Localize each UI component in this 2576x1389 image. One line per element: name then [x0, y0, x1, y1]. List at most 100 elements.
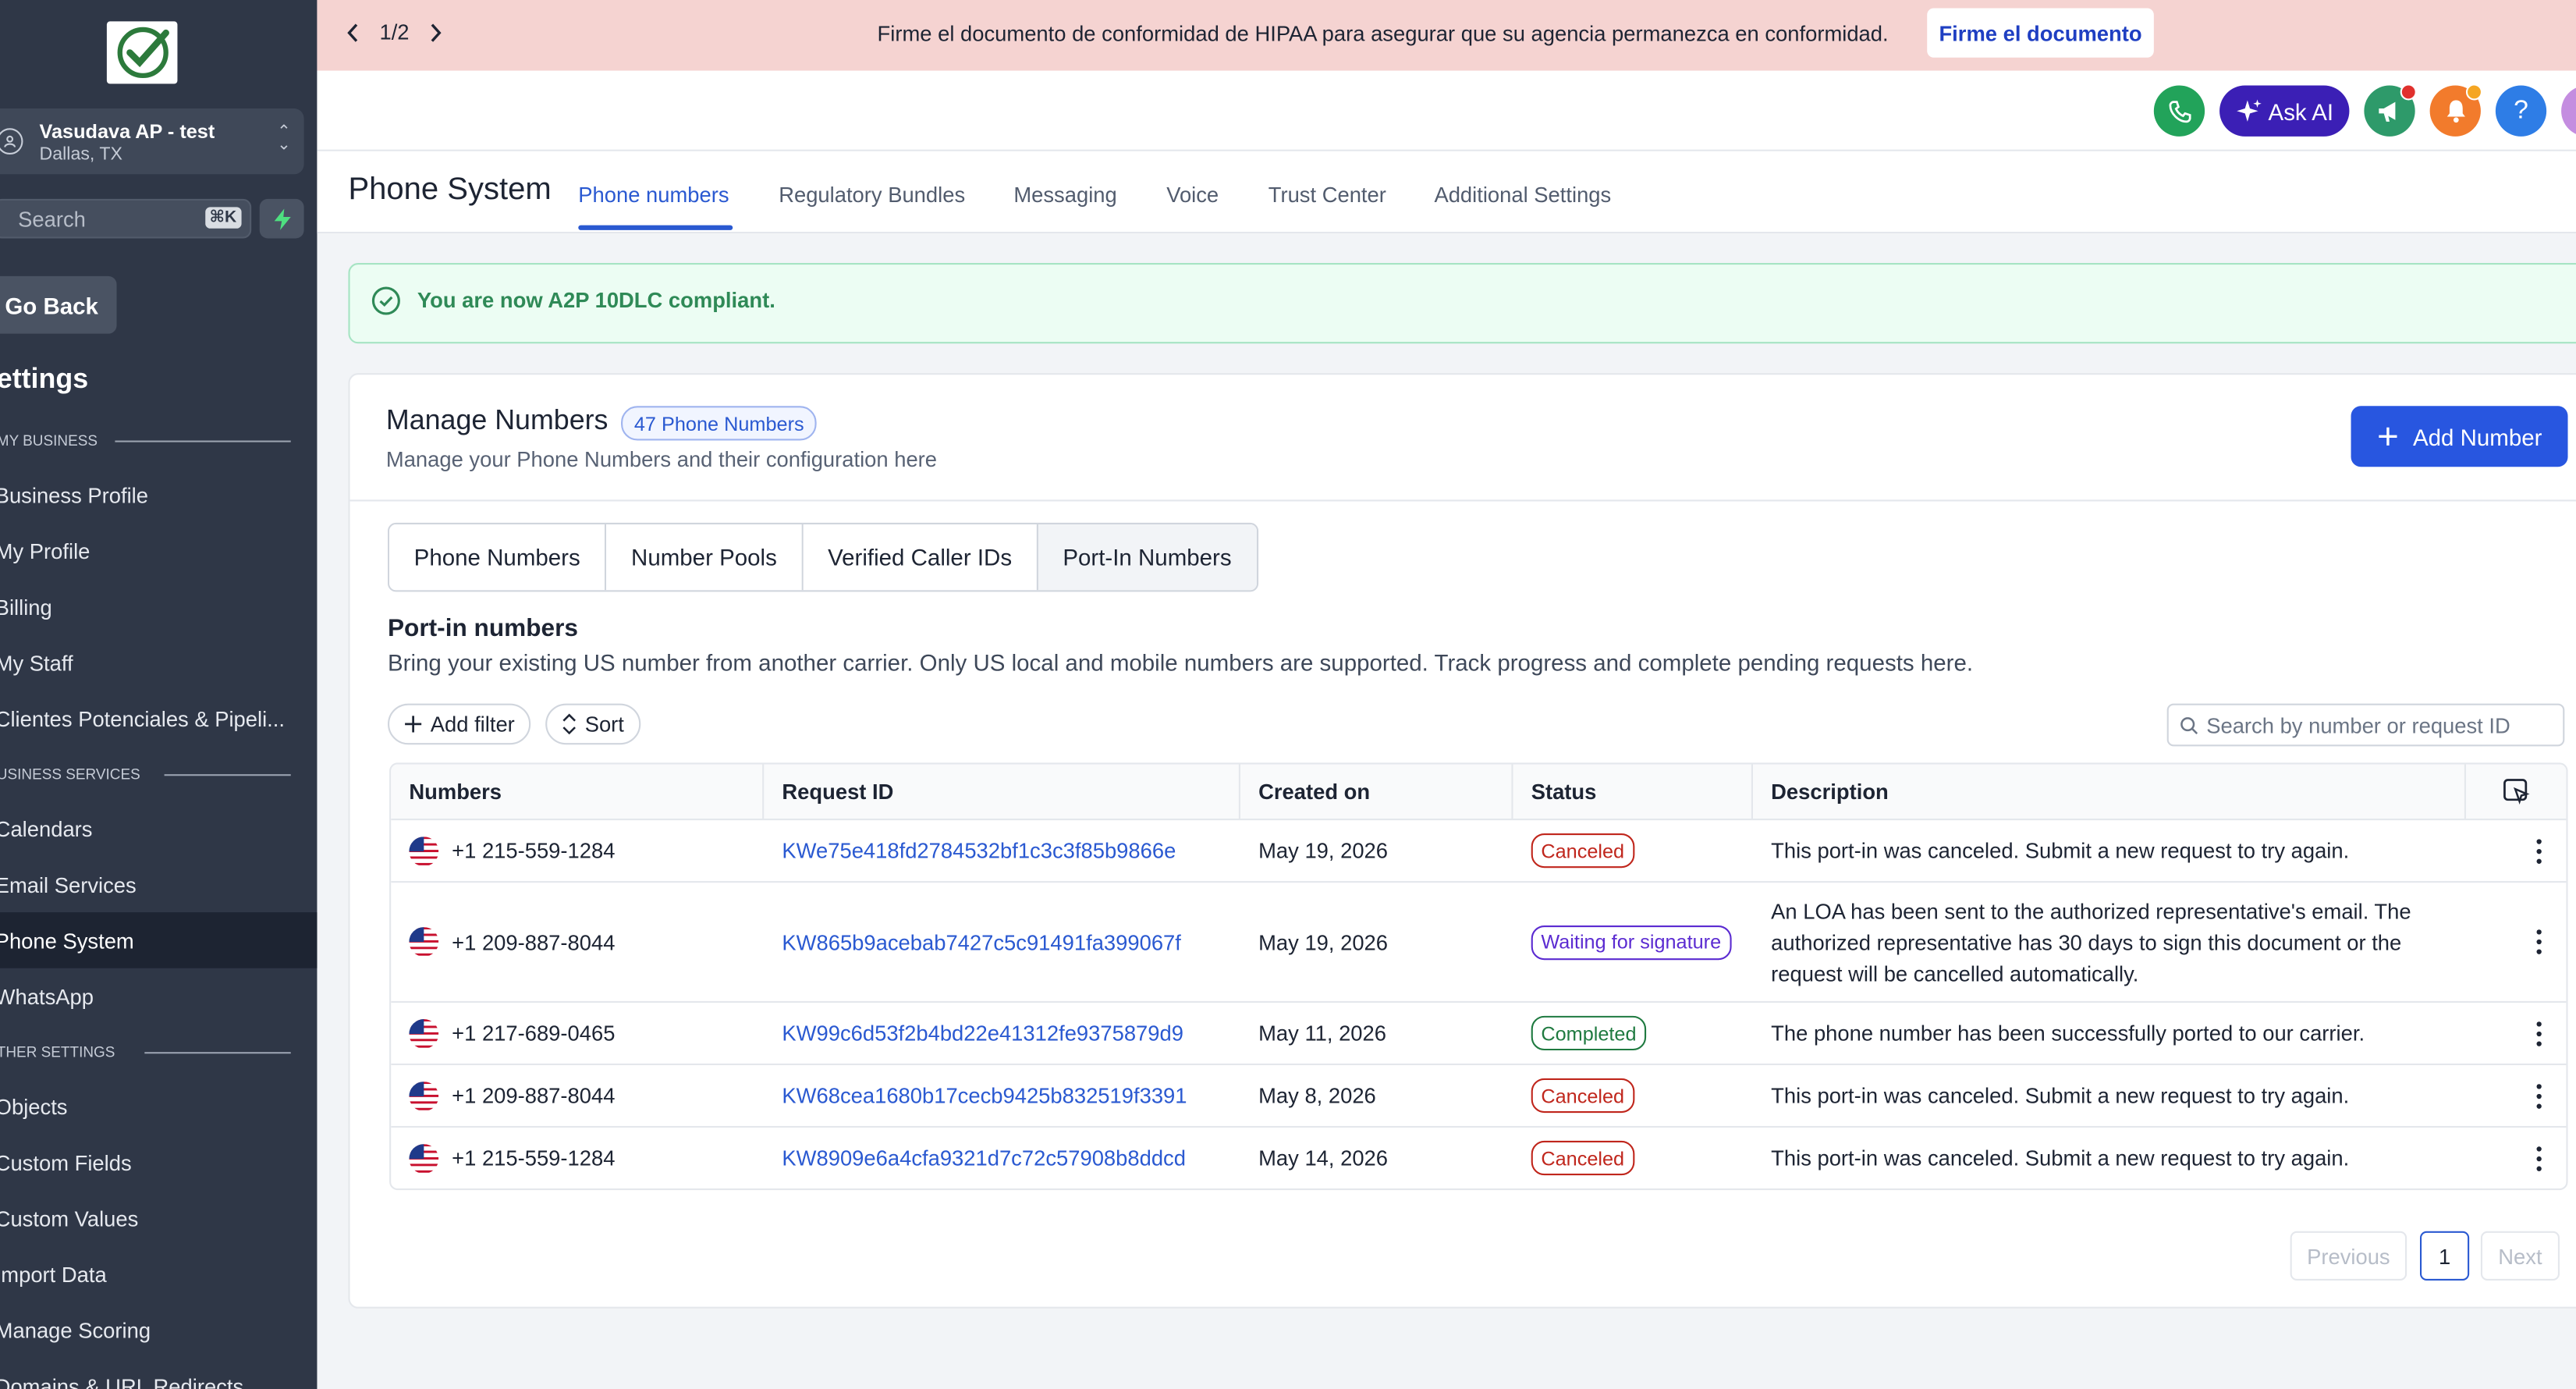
user-avatar[interactable] [2561, 85, 2576, 137]
chevron-right-icon[interactable] [429, 22, 442, 41]
us-flag-icon [409, 927, 439, 957]
row-actions-menu-icon[interactable] [2536, 838, 2543, 863]
search-placeholder: Search by number or request ID [2206, 712, 2510, 737]
phone-count-badge: 47 Phone Numbers [621, 406, 818, 441]
sidebar-item-objects[interactable]: Objects [0, 1078, 317, 1135]
sidebar-item-custom-values[interactable]: Custom Values [0, 1190, 317, 1246]
sidebar-item-leads-pipelines[interactable]: Clientes Potenciales & Pipeli... [0, 691, 317, 747]
us-flag-icon [409, 1081, 439, 1110]
row-actions-menu-icon[interactable] [2536, 1021, 2543, 1046]
request-id-link[interactable]: KWe75e418fd2784532bf1c3c3f85b9866e [764, 820, 1240, 881]
phone-number: +1 209-887-8044 [452, 929, 616, 954]
sidebar-item-my-staff[interactable]: My Staff [0, 634, 317, 691]
table-row[interactable]: +1 217-689-0465 KW99c6d53f2b4bd22e41312fe… [391, 1003, 2567, 1066]
ask-ai-label: Ask AI [2268, 98, 2334, 125]
table-row[interactable]: +1 215-559-1284 KW8909e6a4cfa9321d7c72c57… [391, 1128, 2566, 1188]
account-location: Dallas, TX [39, 144, 122, 165]
description-cell: The phone number has been successfully p… [1771, 1021, 2365, 1046]
segment-port-in-numbers[interactable]: Port-In Numbers [1038, 524, 1257, 591]
chevron-left-icon[interactable] [346, 22, 360, 41]
phone-button[interactable] [2153, 85, 2205, 137]
number-cell: +1 215-559-1284 [391, 820, 764, 881]
sidebar-item-manage-scoring[interactable]: Manage Scoring [0, 1302, 317, 1358]
section-label: THER SETTINGS [0, 1043, 115, 1060]
sidebar-item-my-profile[interactable]: My Profile [0, 523, 317, 579]
sidebar-item-billing[interactable]: Billing [0, 578, 317, 634]
tab-phone-numbers[interactable]: Phone numbers [578, 183, 729, 208]
column-settings-button[interactable] [2466, 765, 2566, 819]
sign-document-button[interactable]: Firme el documento [1927, 8, 2154, 58]
app-logo[interactable] [106, 21, 178, 84]
status-cell: Completed [1513, 1003, 1753, 1064]
help-button[interactable]: ? [2495, 85, 2547, 137]
sidebar-item-whatsapp[interactable]: WhatsApp [0, 968, 317, 1025]
announcements-button[interactable] [2364, 83, 2417, 137]
compliance-message: You are now A2P 10DLC compliant. [417, 287, 775, 313]
banner-message: Firme el documento de conformidad de HIP… [877, 21, 1889, 46]
column-select-icon [2503, 779, 2530, 805]
tab-trust-center[interactable]: Trust Center [1268, 183, 1386, 208]
search-icon [2180, 716, 2198, 734]
user-avatar-icon [0, 128, 23, 155]
request-id-link[interactable]: KW99c6d53f2b4bd22e41312fe9375879d9 [764, 1003, 1240, 1064]
segment-phone-numbers[interactable]: Phone Numbers [389, 524, 607, 591]
table-row[interactable]: +1 209-887-8044 KW68cea1680b17cecb9425b83… [391, 1065, 2567, 1128]
banner-pager: 1/2 [346, 20, 442, 44]
account-switcher[interactable]: Vasudava AP - test Dallas, TX ⌃ ⌄ [0, 108, 304, 175]
card-divider [349, 499, 2576, 502]
notifications-button[interactable] [2429, 83, 2483, 137]
sidebar-item-phone-system[interactable]: Phone System [0, 912, 318, 968]
number-cell: +1 217-689-0465 [391, 1003, 764, 1064]
go-back-button[interactable]: Go Back [0, 275, 117, 334]
sidebar-item-calendars[interactable]: Calendars [0, 801, 317, 857]
add-filter-button[interactable]: Add filter [387, 703, 531, 745]
sidebar-item-business-profile[interactable]: Business Profile [0, 467, 317, 523]
created-on-cell: May 11, 2026 [1258, 1021, 1386, 1046]
row-actions-menu-icon[interactable] [2536, 1083, 2543, 1108]
row-actions-menu-icon[interactable] [2536, 1146, 2543, 1171]
us-flag-icon [409, 1143, 439, 1173]
request-id-link[interactable]: KW865b9acebab7427c5c91491fa399067f [764, 883, 1240, 1001]
pagination-previous[interactable]: Previous [2290, 1231, 2407, 1281]
sidebar-item-import-data[interactable]: Import Data [0, 1246, 317, 1302]
status-badge: Waiting for signature [1531, 924, 1731, 960]
add-number-button[interactable]: Add Number [2351, 406, 2568, 467]
sidebar-item-custom-fields[interactable]: Custom Fields [0, 1134, 317, 1190]
status-cell: Canceled [1513, 1128, 1753, 1188]
pagination-page-1[interactable]: 1 [2419, 1231, 2470, 1281]
port-in-title: Port-in numbers [387, 614, 578, 643]
sidebar-item-domains-redirects[interactable]: Domains & URL Redirects [0, 1358, 317, 1389]
section-label: USINESS SERVICES [0, 766, 140, 783]
row-actions-menu-icon[interactable] [2536, 929, 2543, 954]
tab-regulatory-bundles[interactable]: Regulatory Bundles [779, 183, 965, 208]
numbers-segmented-control: Phone Numbers Number Pools Verified Call… [387, 522, 1258, 592]
tab-messaging[interactable]: Messaging [1013, 183, 1116, 208]
pagination-next[interactable]: Next [2480, 1231, 2560, 1281]
plus-icon [405, 716, 422, 733]
column-header-created-on: Created on [1240, 764, 1513, 819]
sort-button[interactable]: Sort [545, 703, 640, 745]
ask-ai-button[interactable]: Ask AI [2219, 85, 2350, 137]
number-cell: +1 209-887-8044 [391, 883, 764, 1001]
quick-actions-button[interactable] [259, 198, 304, 239]
segment-verified-caller-ids[interactable]: Verified Caller IDs [803, 524, 1038, 591]
segment-number-pools[interactable]: Number Pools [606, 524, 804, 591]
request-id-link[interactable]: KW8909e6a4cfa9321d7c72c57908b8ddcd [764, 1128, 1240, 1188]
page-title: Phone System [348, 172, 552, 208]
sidebar-item-email-services[interactable]: Email Services [0, 856, 317, 912]
sparkle-icon [2236, 98, 2262, 121]
chevron-updown-icon: ⌃ ⌄ [277, 123, 291, 155]
tab-additional-settings[interactable]: Additional Settings [1434, 183, 1611, 208]
checkmark-logo-icon [116, 27, 169, 79]
number-cell: +1 209-887-8044 [391, 1065, 764, 1126]
page-header: Phone System Phone numbers Regulatory Bu… [317, 151, 2576, 234]
status-cell: Canceled [1513, 820, 1753, 881]
section-divider [144, 1052, 291, 1054]
table-row[interactable]: +1 209-887-8044 KW865b9acebab7427c5c91491… [391, 883, 2567, 1003]
tab-voice[interactable]: Voice [1166, 183, 1219, 208]
request-id-link[interactable]: KW68cea1680b17cecb9425b832519f3391 [764, 1065, 1240, 1126]
section-divider [164, 774, 291, 776]
sidebar-search[interactable]: Search ⌘K [0, 198, 252, 239]
table-row[interactable]: +1 215-559-1284 KWe75e418fd2784532bf1c3c3… [391, 820, 2567, 883]
port-in-search-input[interactable]: Search by number or request ID [2166, 703, 2565, 747]
